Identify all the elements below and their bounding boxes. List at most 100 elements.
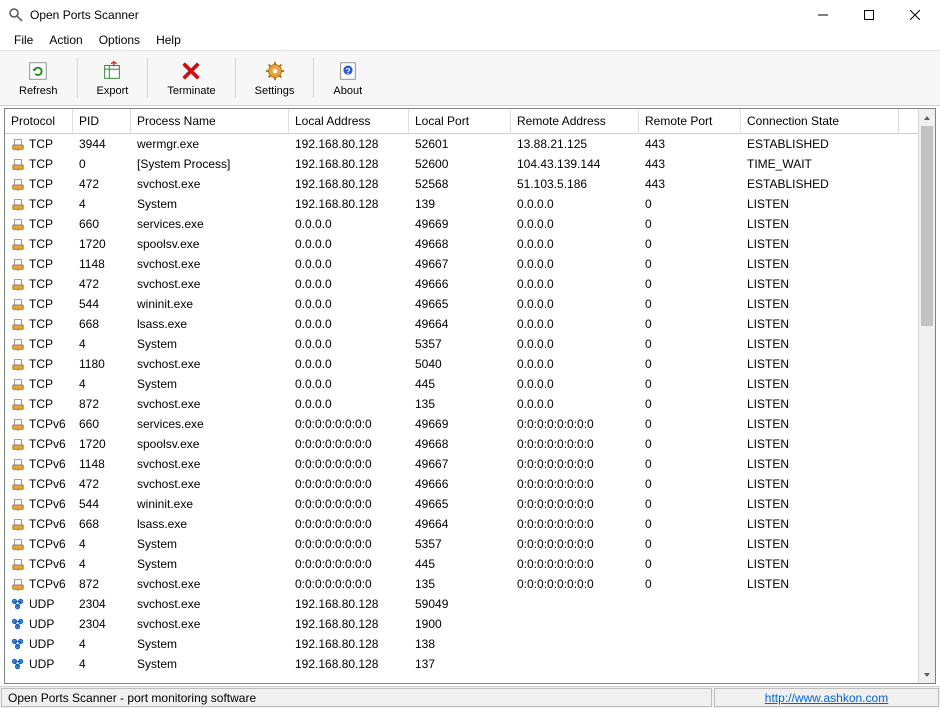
- table-row[interactable]: TCP472svchost.exe0.0.0.0496660.0.0.00LIS…: [5, 274, 935, 294]
- cell-connection-state: ESTABLISHED: [741, 176, 899, 192]
- cell-connection-state: [741, 623, 899, 625]
- table-row[interactable]: TCP0[System Process]192.168.80.128526001…: [5, 154, 935, 174]
- table-row[interactable]: TCPv61720spoolsv.exe0:0:0:0:0:0:0:049668…: [5, 434, 935, 454]
- table-row[interactable]: TCPv6544wininit.exe0:0:0:0:0:0:0:0496650…: [5, 494, 935, 514]
- table-row[interactable]: TCP1720spoolsv.exe0.0.0.0496680.0.0.00LI…: [5, 234, 935, 254]
- protocol-icon: [11, 537, 25, 551]
- menu-action[interactable]: Action: [41, 31, 90, 49]
- table-row[interactable]: TCP4System0.0.0.04450.0.0.00LISTEN: [5, 374, 935, 394]
- minimize-button[interactable]: [800, 0, 846, 30]
- window-controls: [800, 0, 938, 30]
- cell-remote-port: 443: [639, 136, 741, 152]
- table-row[interactable]: UDP4System192.168.80.128138: [5, 634, 935, 654]
- column-connection-state[interactable]: Connection State: [741, 109, 899, 133]
- terminate-button[interactable]: Terminate: [152, 52, 230, 104]
- export-button[interactable]: Export: [82, 52, 144, 104]
- settings-button[interactable]: Settings: [240, 52, 310, 104]
- table-row[interactable]: UDP2304svchost.exe192.168.80.1281900: [5, 614, 935, 634]
- cell-protocol: TCP: [5, 296, 73, 312]
- scroll-track[interactable]: [919, 126, 935, 666]
- cell-connection-state: LISTEN: [741, 216, 899, 232]
- cell-connection-state: LISTEN: [741, 456, 899, 472]
- cell-process-name: wermgr.exe: [131, 136, 289, 152]
- cell-remote-address: 0.0.0.0: [511, 396, 639, 412]
- column-remote-port[interactable]: Remote Port: [639, 109, 741, 133]
- table-row[interactable]: TCP4System0.0.0.053570.0.0.00LISTEN: [5, 334, 935, 354]
- scroll-up-button[interactable]: [919, 109, 935, 126]
- table-row[interactable]: TCPv64System0:0:0:0:0:0:0:04450:0:0:0:0:…: [5, 554, 935, 574]
- scroll-thumb[interactable]: [921, 126, 933, 326]
- cell-pid: 668: [73, 316, 131, 332]
- refresh-button[interactable]: Refresh: [4, 52, 73, 104]
- protocol-text: TCP: [29, 377, 53, 391]
- cell-process-name: services.exe: [131, 216, 289, 232]
- scroll-down-button[interactable]: [919, 666, 935, 683]
- cell-connection-state: ESTABLISHED: [741, 136, 899, 152]
- cell-local-port: 49669: [409, 216, 511, 232]
- protocol-icon: [11, 517, 25, 531]
- cell-process-name: svchost.exe: [131, 596, 289, 612]
- table-row[interactable]: TCP3944wermgr.exe192.168.80.1285260113.8…: [5, 134, 935, 154]
- cell-pid: 1148: [73, 256, 131, 272]
- cell-local-address: 0:0:0:0:0:0:0:0: [289, 516, 409, 532]
- menu-file[interactable]: File: [6, 31, 41, 49]
- cell-connection-state: LISTEN: [741, 436, 899, 452]
- table-row[interactable]: TCPv61148svchost.exe0:0:0:0:0:0:0:049667…: [5, 454, 935, 474]
- table-row[interactable]: TCPv6472svchost.exe0:0:0:0:0:0:0:0496660…: [5, 474, 935, 494]
- cell-pid: 1720: [73, 236, 131, 252]
- cell-local-port: 49666: [409, 476, 511, 492]
- table-row[interactable]: TCPv6668lsass.exe0:0:0:0:0:0:0:0496640:0…: [5, 514, 935, 534]
- table-row[interactable]: TCP668lsass.exe0.0.0.0496640.0.0.00LISTE…: [5, 314, 935, 334]
- table-row[interactable]: TCP472svchost.exe192.168.80.1285256851.1…: [5, 174, 935, 194]
- cell-remote-address: 0:0:0:0:0:0:0:0: [511, 416, 639, 432]
- about-button[interactable]: ? About: [318, 52, 377, 104]
- close-button[interactable]: [892, 0, 938, 30]
- cell-remote-port: 0: [639, 536, 741, 552]
- cell-process-name: spoolsv.exe: [131, 436, 289, 452]
- protocol-icon: [11, 357, 25, 371]
- menu-help[interactable]: Help: [148, 31, 189, 49]
- cell-protocol: TCP: [5, 256, 73, 272]
- cell-remote-address: 0:0:0:0:0:0:0:0: [511, 556, 639, 572]
- table-row[interactable]: TCPv6872svchost.exe0:0:0:0:0:0:0:01350:0…: [5, 574, 935, 594]
- cell-local-address: 0:0:0:0:0:0:0:0: [289, 576, 409, 592]
- column-local-address[interactable]: Local Address: [289, 109, 409, 133]
- table-row[interactable]: TCP1180svchost.exe0.0.0.050400.0.0.00LIS…: [5, 354, 935, 374]
- cell-connection-state: [741, 663, 899, 665]
- cell-local-port: 1900: [409, 616, 511, 632]
- cell-local-address: 192.168.80.128: [289, 136, 409, 152]
- table-row[interactable]: UDP4System192.168.80.128137: [5, 654, 935, 674]
- table-row[interactable]: TCP544wininit.exe0.0.0.0496650.0.0.00LIS…: [5, 294, 935, 314]
- table-row[interactable]: TCP660services.exe0.0.0.0496690.0.0.00LI…: [5, 214, 935, 234]
- svg-text:?: ?: [345, 67, 350, 76]
- column-process-name[interactable]: Process Name: [131, 109, 289, 133]
- cell-remote-port: 0: [639, 296, 741, 312]
- table-row[interactable]: UDP2304svchost.exe192.168.80.12859049: [5, 594, 935, 614]
- cell-connection-state: LISTEN: [741, 476, 899, 492]
- vendor-link[interactable]: http://www.ashkon.com: [765, 691, 888, 705]
- protocol-icon: [11, 197, 25, 211]
- column-local-port[interactable]: Local Port: [409, 109, 511, 133]
- cell-local-address: 0.0.0.0: [289, 236, 409, 252]
- column-protocol[interactable]: Protocol: [5, 109, 73, 133]
- cell-connection-state: LISTEN: [741, 496, 899, 512]
- protocol-icon: [11, 337, 25, 351]
- table-row[interactable]: TCPv64System0:0:0:0:0:0:0:053570:0:0:0:0…: [5, 534, 935, 554]
- menubar: File Action Options Help: [0, 30, 940, 50]
- cell-protocol: TCPv6: [5, 416, 73, 432]
- cell-remote-address: 0:0:0:0:0:0:0:0: [511, 456, 639, 472]
- cell-remote-port: 0: [639, 316, 741, 332]
- column-remote-address[interactable]: Remote Address: [511, 109, 639, 133]
- cell-remote-address: 0.0.0.0: [511, 296, 639, 312]
- table-row[interactable]: TCPv6660services.exe0:0:0:0:0:0:0:049669…: [5, 414, 935, 434]
- column-pid[interactable]: PID: [73, 109, 131, 133]
- table-row[interactable]: TCP4System192.168.80.1281390.0.0.00LISTE…: [5, 194, 935, 214]
- vertical-scrollbar[interactable]: [918, 109, 935, 683]
- table-row[interactable]: TCP1148svchost.exe0.0.0.0496670.0.0.00LI…: [5, 254, 935, 274]
- menu-options[interactable]: Options: [91, 31, 148, 49]
- cell-protocol: TCP: [5, 236, 73, 252]
- table-row[interactable]: TCP872svchost.exe0.0.0.01350.0.0.00LISTE…: [5, 394, 935, 414]
- maximize-button[interactable]: [846, 0, 892, 30]
- cell-protocol: UDP: [5, 656, 73, 672]
- protocol-icon: [11, 417, 25, 431]
